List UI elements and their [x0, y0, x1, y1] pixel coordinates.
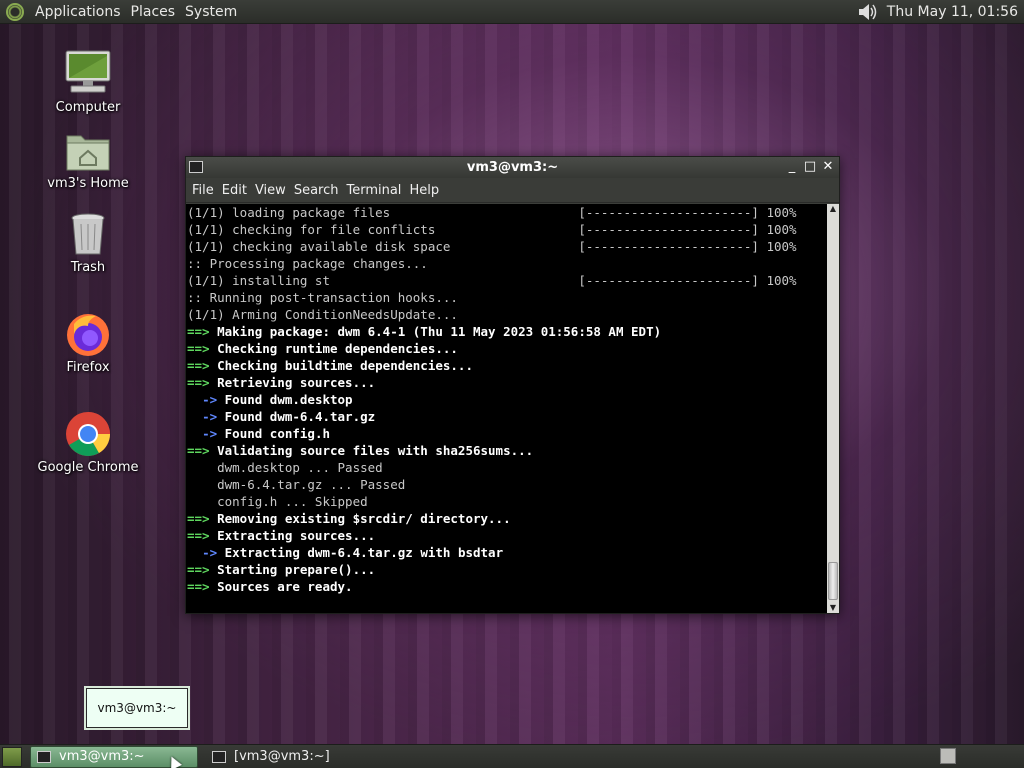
taskbar-tooltip: vm3@vm3:~: [86, 688, 188, 728]
minimize-button[interactable]: _: [785, 159, 799, 175]
terminal-line: -> Found config.h: [202, 426, 331, 441]
menu-help[interactable]: Help: [405, 183, 443, 198]
terminal-menubar: File Edit View Search Terminal Help: [186, 178, 839, 203]
maximize-button[interactable]: □: [803, 159, 817, 175]
clock[interactable]: Thu May 11, 01:56: [887, 4, 1024, 20]
terminal-line: :: Processing package changes...: [187, 256, 428, 271]
home-folder-icon: [66, 135, 110, 171]
terminal-line: ==> Validating source files with sha256s…: [187, 443, 534, 458]
scroll-down-arrow-icon[interactable]: ▼: [827, 603, 839, 613]
scroll-thumb[interactable]: [828, 562, 838, 600]
menu-file[interactable]: File: [188, 183, 218, 198]
terminal-line: (1/1) Arming ConditionNeedsUpdate...: [187, 307, 458, 322]
desktop-icon-home[interactable]: vm3's Home: [33, 130, 143, 191]
terminal-output[interactable]: (1/1) loading package files [-----------…: [186, 204, 839, 613]
taskbar-item-label: vm3@vm3:~: [59, 749, 145, 764]
terminal-icon: [37, 750, 51, 763]
terminal-line: ==> Sources are ready.: [187, 579, 353, 594]
terminal-line: (1/1) loading package files [-----------…: [187, 205, 797, 220]
menu-edit[interactable]: Edit: [218, 183, 251, 198]
bottom-panel: vm3@vm3:~ [vm3@vm3:~]: [0, 744, 1024, 768]
distro-logo-icon[interactable]: [6, 2, 24, 21]
terminal-line: -> Found dwm-6.4.tar.gz: [202, 409, 376, 424]
top-panel: Applications Places System Thu May 11, 0…: [0, 0, 1024, 24]
terminal-line: -> Found dwm.desktop: [202, 392, 353, 407]
terminal-window[interactable]: vm3@vm3:~ _ □ ✕ File Edit View Search Te…: [185, 156, 840, 614]
terminal-line: dwm.desktop ... Passed: [187, 460, 383, 475]
taskbar-item-label: [vm3@vm3:~]: [234, 749, 330, 764]
terminal-line: config.h ... Skipped: [187, 494, 368, 509]
terminal-line: (1/1) checking available disk space [---…: [187, 239, 797, 254]
computer-icon: [65, 50, 111, 93]
window-title: vm3@vm3:~: [466, 160, 559, 175]
desktop-icon-label: Trash: [70, 260, 106, 275]
desktop-icon-label: Google Chrome: [37, 460, 139, 475]
terminal-line: (1/1) checking for file conflicts [-----…: [187, 222, 797, 237]
terminal-line: ==> Checking buildtime dependencies...: [187, 358, 473, 373]
desktop-icon-trash[interactable]: Trash: [33, 210, 143, 275]
terminal-line: :: Running post-transaction hooks...: [187, 290, 458, 305]
window-titlebar[interactable]: vm3@vm3:~ _ □ ✕: [186, 157, 839, 178]
menu-places[interactable]: Places: [126, 4, 181, 20]
menu-terminal[interactable]: Terminal: [342, 183, 405, 198]
terminal-line: (1/1) installing st [-------------------…: [187, 273, 797, 288]
terminal-line: ==> Making package: dwm 6.4-1 (Thu 11 Ma…: [187, 324, 662, 339]
close-button[interactable]: ✕: [821, 159, 835, 175]
show-desktop-icon[interactable]: [2, 746, 22, 767]
vertical-scrollbar[interactable]: ▲ ▼: [827, 204, 839, 613]
taskbar-item-terminal-minimized[interactable]: [vm3@vm3:~]: [206, 746, 386, 768]
menu-view[interactable]: View: [251, 183, 290, 198]
terminal-line: ==> Starting prepare()...: [187, 562, 376, 577]
trash-icon: [71, 213, 105, 255]
window-controls: _ □ ✕: [785, 159, 835, 175]
panel-tray: Thu May 11, 01:56: [857, 0, 1024, 24]
volume-icon[interactable]: [857, 2, 879, 22]
terminal-line: ==> Retrieving sources...: [187, 375, 376, 390]
terminal-icon[interactable]: [189, 161, 203, 173]
desktop-icon-computer[interactable]: Computer: [33, 48, 143, 115]
desktop-icon-label: Firefox: [66, 360, 110, 375]
terminal-icon: [212, 750, 226, 763]
desktop-icon-firefox[interactable]: Firefox: [33, 310, 143, 375]
firefox-icon: [67, 314, 109, 356]
terminal-line: dwm-6.4.tar.gz ... Passed: [187, 477, 406, 492]
terminal-line: ==> Extracting sources...: [187, 528, 376, 543]
chrome-icon: [66, 412, 110, 456]
menu-applications[interactable]: Applications: [30, 4, 126, 20]
menu-search[interactable]: Search: [290, 183, 343, 198]
desktop-icon-label: Computer: [55, 100, 121, 115]
terminal-text[interactable]: (1/1) loading package files [-----------…: [187, 204, 827, 613]
menu-system[interactable]: System: [180, 4, 242, 20]
terminal-line: ==> Removing existing $srcdir/ directory…: [187, 511, 511, 526]
terminal-line: ==> Checking runtime dependencies...: [187, 341, 458, 356]
desktop-icon-chrome[interactable]: Google Chrome: [33, 410, 143, 475]
desktop-icon-label: vm3's Home: [47, 176, 129, 191]
scroll-up-arrow-icon[interactable]: ▲: [827, 204, 839, 214]
workspace-switcher[interactable]: [940, 748, 956, 764]
terminal-line: -> Extracting dwm-6.4.tar.gz with bsdtar: [202, 545, 504, 560]
